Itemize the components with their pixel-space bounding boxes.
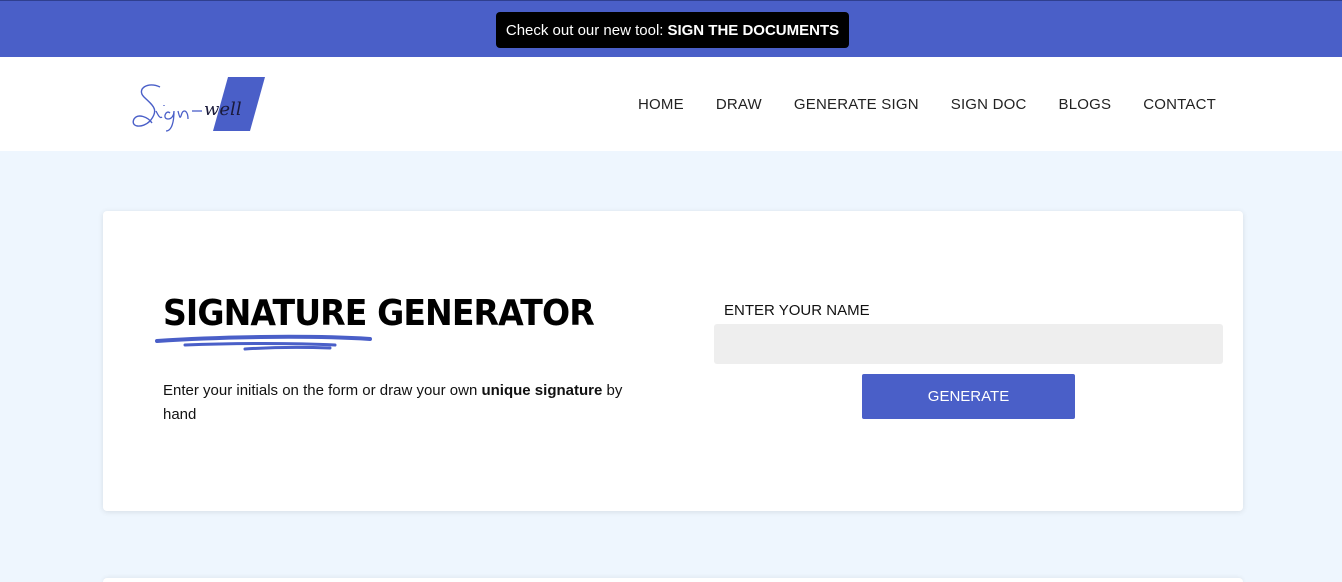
- main-nav: HOME DRAW GENERATE SIGN SIGN DOC BLOGS C…: [638, 96, 1216, 113]
- name-input[interactable]: [714, 324, 1223, 364]
- svg-text:well: well: [204, 99, 242, 120]
- promo-highlight: SIGN THE DOCUMENTS: [667, 21, 840, 39]
- nav-home[interactable]: HOME: [638, 96, 684, 113]
- page-title: SIGNATURE GENERATOR: [163, 293, 595, 334]
- hero-description: Enter your initials on the form or draw …: [163, 379, 643, 427]
- title-underline-swash: [155, 334, 372, 351]
- nav-blogs[interactable]: BLOGS: [1059, 96, 1112, 113]
- nav-generate-sign[interactable]: GENERATE SIGN: [794, 96, 919, 113]
- generate-button[interactable]: GENERATE: [862, 374, 1075, 419]
- desc-prefix: Enter your initials on the form or draw …: [163, 382, 482, 399]
- site-header: well HOME DRAW GENERATE SIGN SIGN DOC BL…: [0, 57, 1342, 151]
- nav-draw[interactable]: DRAW: [716, 96, 762, 113]
- site-logo[interactable]: well: [130, 75, 270, 135]
- nav-sign-doc[interactable]: SIGN DOC: [951, 96, 1027, 113]
- nav-contact[interactable]: CONTACT: [1143, 96, 1216, 113]
- signature-generator-card: SIGNATURE GENERATOR Enter your initials …: [103, 211, 1243, 511]
- next-section-card: [103, 578, 1243, 582]
- promo-prefix: Check out our new tool:: [505, 21, 664, 39]
- promo-link[interactable]: Check out our new tool: SIGN THE DOCUMEN…: [496, 12, 849, 48]
- promo-bar: Check out our new tool: SIGN THE DOCUMEN…: [0, 0, 1342, 57]
- hero-title-wrap: SIGNATURE GENERATOR: [155, 293, 623, 353]
- logo-graphic: well: [132, 77, 265, 132]
- desc-bold: unique signature: [481, 382, 603, 399]
- name-field-label: ENTER YOUR NAME: [724, 302, 870, 319]
